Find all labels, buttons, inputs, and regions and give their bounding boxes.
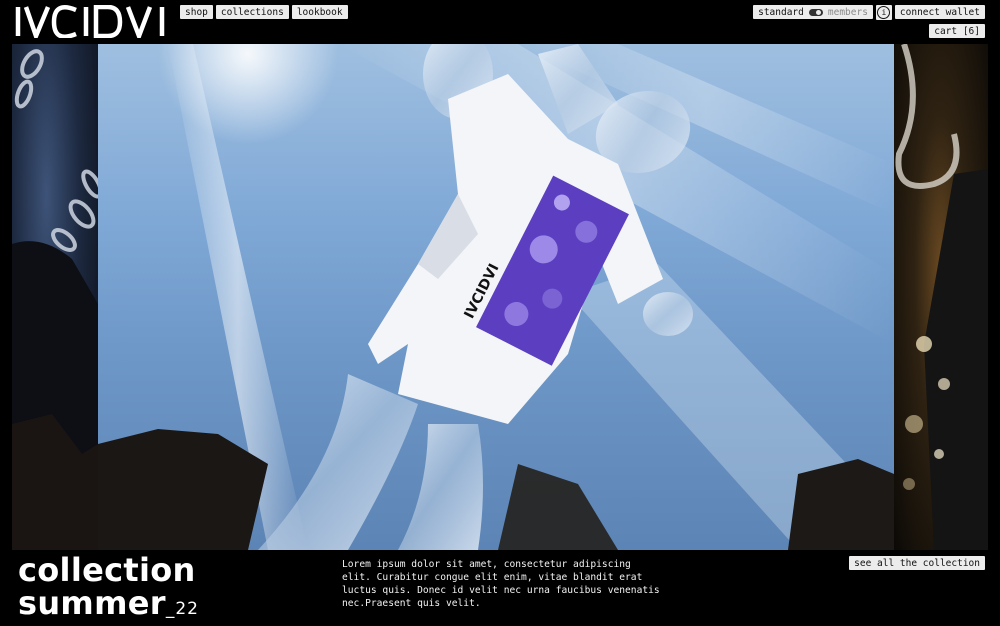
collection-title-suffix: _22	[165, 599, 199, 619]
collection-title-line2: summer	[18, 584, 166, 622]
hero-image[interactable]: IVCIDVI	[98, 44, 894, 550]
next-slide-image[interactable]	[894, 44, 988, 550]
nav-shop[interactable]: shop	[180, 5, 213, 19]
nav-lookbook[interactable]: lookbook	[291, 5, 348, 19]
collection-description: Lorem ipsum dolor sit amet, consectetur …	[342, 559, 660, 609]
connect-wallet-button[interactable]: connect wallet	[894, 5, 985, 19]
main-nav: shop collections lookbook	[180, 5, 348, 19]
mode-standard-label: standard	[758, 6, 804, 18]
cart-button[interactable]: cart [6]	[929, 24, 985, 38]
info-icon: i	[877, 6, 891, 19]
mode-toggle[interactable]: standard members	[753, 5, 873, 19]
toggle-switch-icon[interactable]	[808, 8, 823, 16]
collection-footer: collection summer_22 Lorem ipsum dolor s…	[0, 550, 1000, 625]
brand-logo[interactable]	[14, 5, 176, 38]
previous-slide-image[interactable]	[12, 44, 98, 550]
nav-collections[interactable]: collections	[215, 5, 289, 19]
info-button[interactable]: i	[875, 5, 892, 20]
header-actions: standard members i connect wallet	[753, 5, 985, 20]
mode-members-label: members	[827, 6, 868, 18]
top-bar: shop collections lookbook standard membe…	[0, 0, 1000, 44]
collection-title: collection summer_22	[18, 554, 199, 626]
collection-title-line1: collection	[18, 551, 196, 589]
see-all-collection-button[interactable]: see all the collection	[849, 556, 985, 570]
